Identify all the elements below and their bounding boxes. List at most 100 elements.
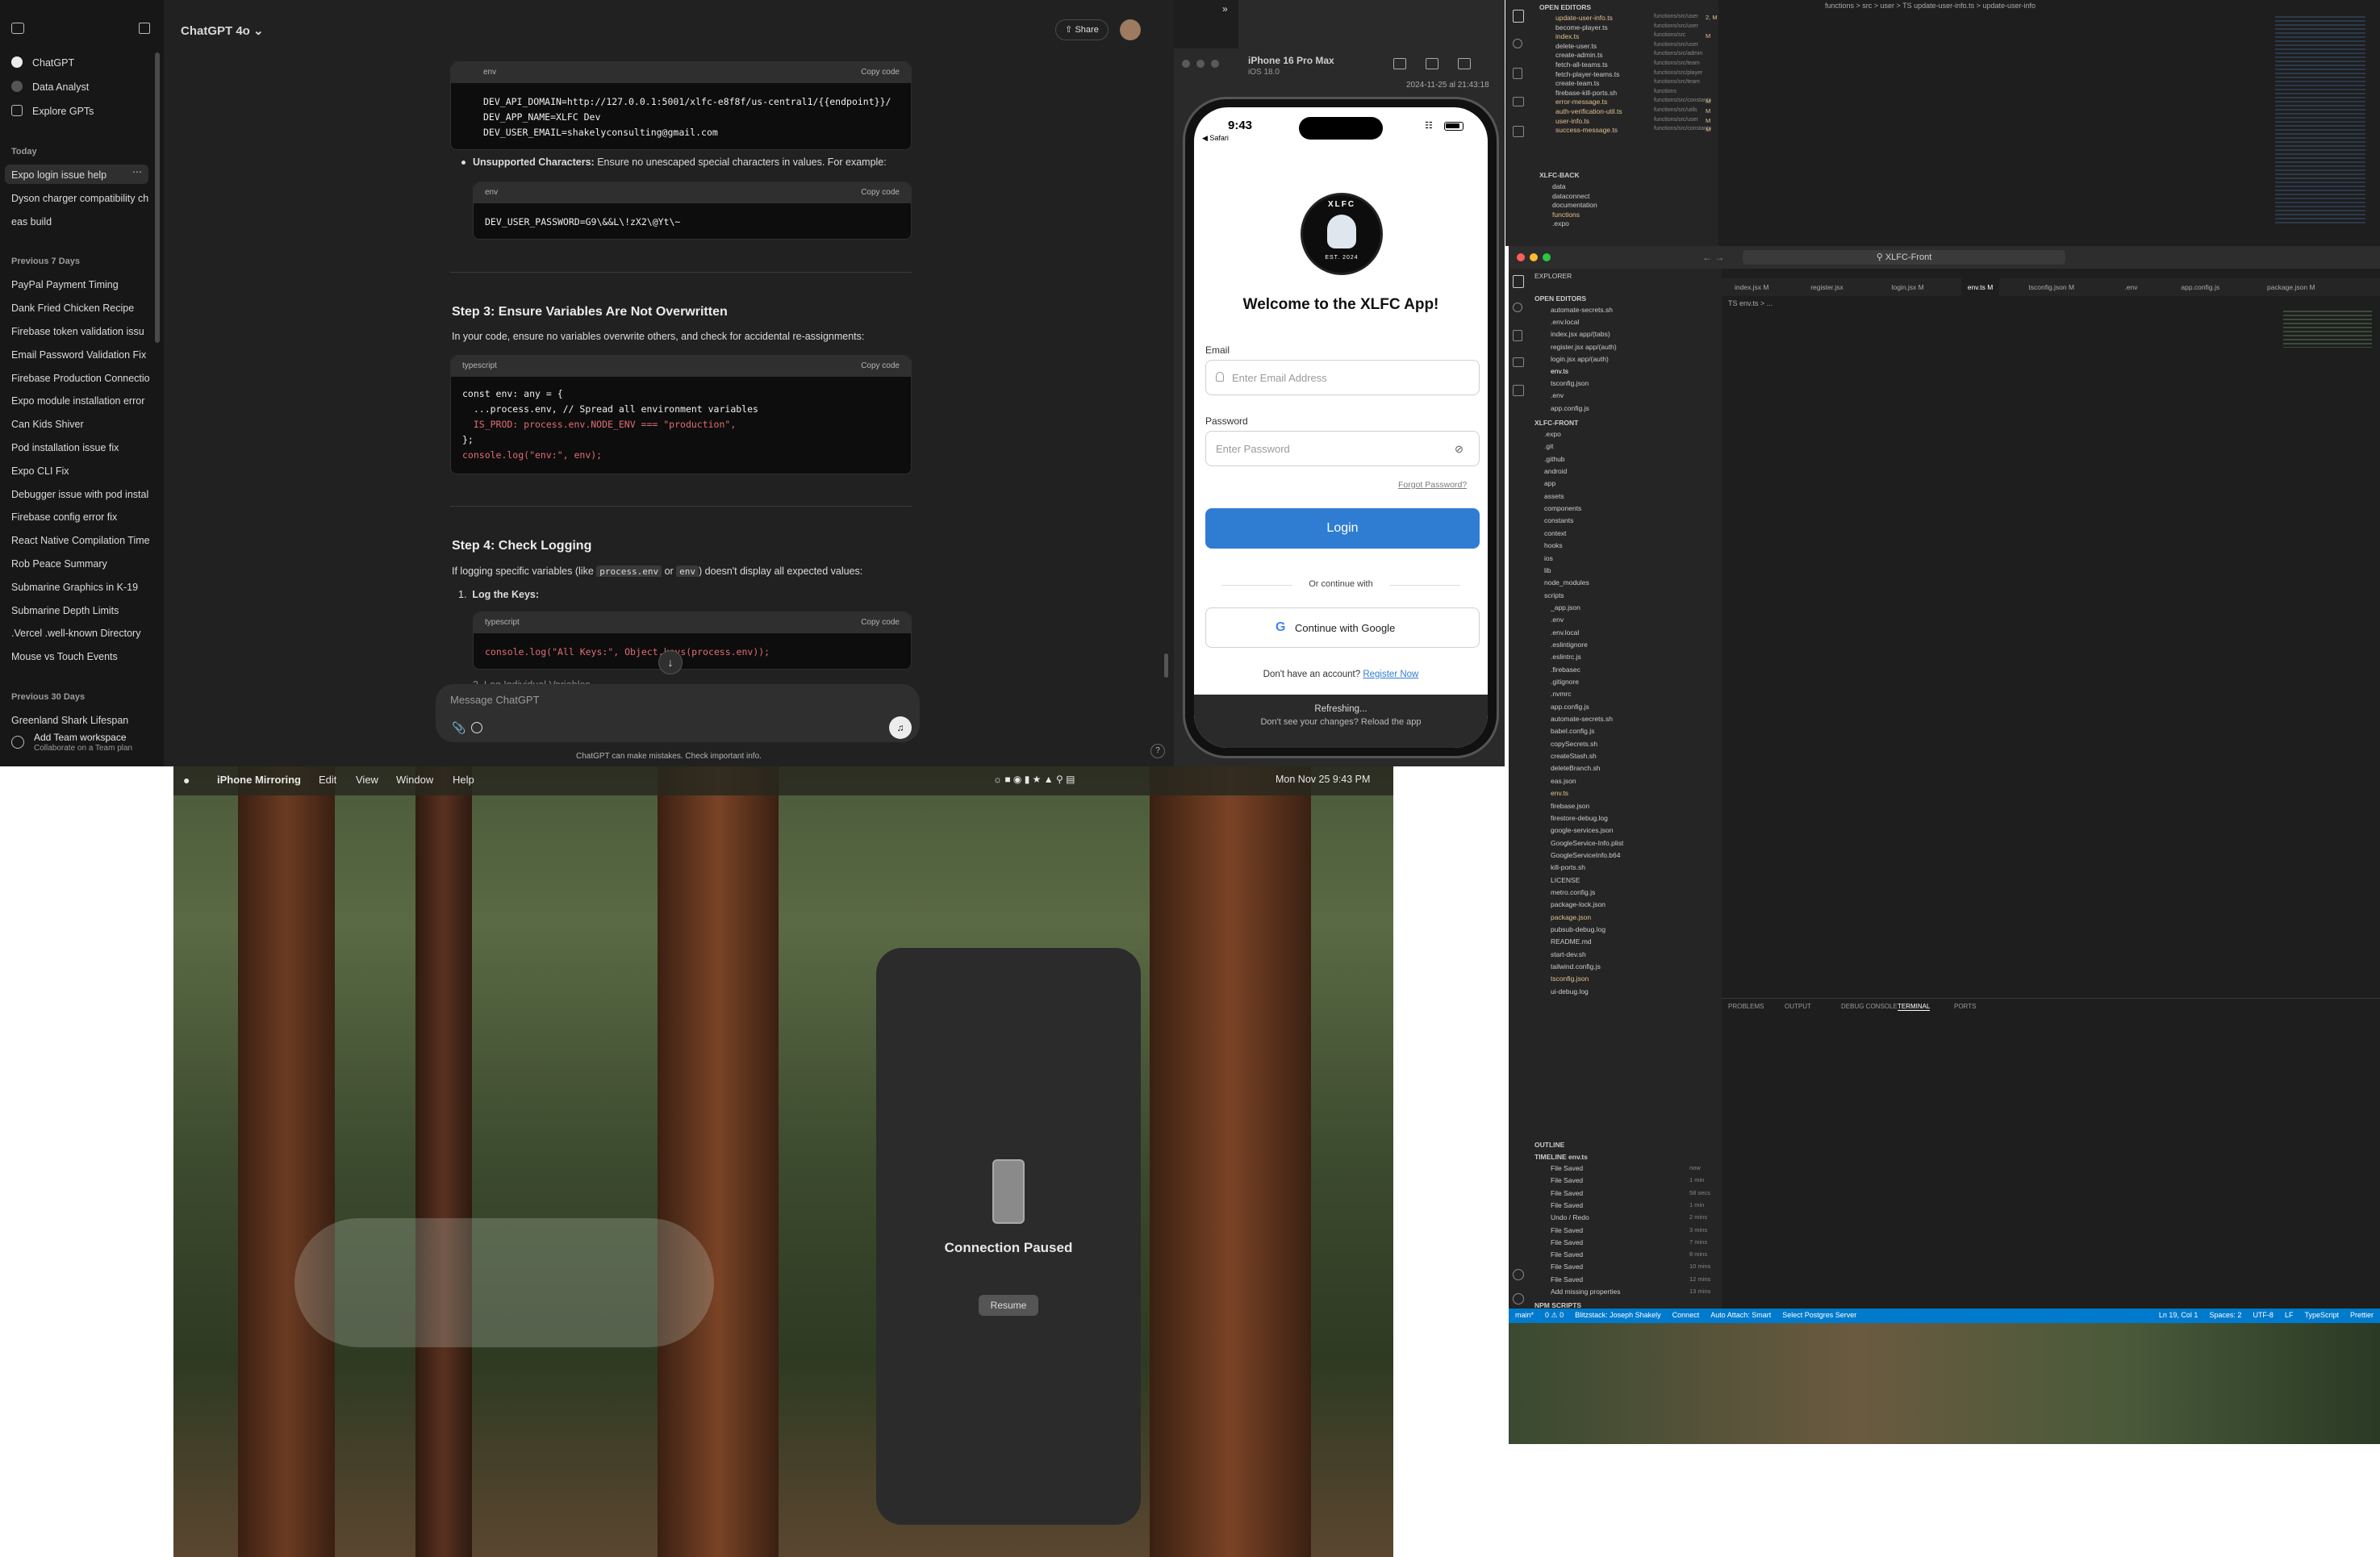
window-close-button[interactable] xyxy=(1182,60,1190,68)
avatar[interactable] xyxy=(1120,19,1141,40)
tree-file[interactable]: firebase.json xyxy=(1551,802,1589,810)
sidebar-history-item[interactable]: React Native Compilation Time xyxy=(11,535,150,546)
open-editor-file[interactable]: .env.local xyxy=(1551,318,1579,326)
timeline-item[interactable]: File Saved xyxy=(1551,1164,1583,1172)
sidebar-history-item[interactable]: Firebase config error fix xyxy=(11,511,150,523)
google-signin-button[interactable]: G Continue with Google xyxy=(1205,607,1480,648)
collapse-arrows-icon[interactable]: » xyxy=(1222,3,1228,15)
tree-file[interactable]: GoogleServiceInfo.b64 xyxy=(1551,851,1620,859)
message-composer[interactable]: Message ChatGPT 📎 ♫ xyxy=(436,684,920,742)
home-icon[interactable] xyxy=(1393,58,1406,69)
status-item[interactable]: main* xyxy=(1515,1311,1534,1319)
forgot-password-link[interactable]: Forgot Password? xyxy=(1398,480,1467,490)
sidebar-history-item[interactable]: Rob Peace Summary xyxy=(11,558,150,570)
sidebar-history-item[interactable]: Expo login issue help xyxy=(11,169,150,181)
menu-window[interactable]: Window xyxy=(396,774,433,786)
tree-file[interactable]: README.md xyxy=(1551,937,1592,945)
tree-file[interactable]: .env.local xyxy=(1551,628,1579,637)
team-workspace-title[interactable]: Add Team workspace xyxy=(34,732,127,743)
open-editor-file[interactable]: index.jsx app/(tabs) xyxy=(1551,330,1610,338)
sidebar-history-item[interactable]: Submarine Graphics in K-19 xyxy=(11,582,150,593)
tree-folder[interactable]: scripts xyxy=(1544,591,1564,599)
tab-1[interactable]: register.jsx xyxy=(1804,278,1850,296)
tree-file[interactable]: app.config.js xyxy=(1551,703,1589,711)
explorer-icon[interactable] xyxy=(1513,275,1524,288)
tree-folder[interactable]: documentation xyxy=(1552,201,1597,209)
tree-file[interactable]: .firebasec xyxy=(1551,666,1580,674)
tree-file[interactable]: package-lock.json xyxy=(1551,900,1605,908)
tab-4[interactable]: tsconfig.json M xyxy=(2022,278,2081,296)
timeline-title[interactable]: TIMELINE env.ts xyxy=(1534,1153,1588,1161)
resume-button[interactable]: Resume xyxy=(979,1295,1038,1316)
sidebar-history-item[interactable]: Debugger issue with pod instal xyxy=(11,489,150,500)
sidebar-history-item[interactable]: Email Password Validation Fix xyxy=(11,349,150,361)
tree-file[interactable]: pubsub-debug.log xyxy=(1551,925,1605,933)
timeline-item[interactable]: Add missing properties xyxy=(1551,1288,1620,1296)
project-title[interactable]: XLFC-BACK xyxy=(1539,171,1580,179)
search-icon[interactable] xyxy=(1513,39,1522,48)
timeline-item[interactable]: File Saved xyxy=(1551,1275,1583,1284)
tree-file[interactable]: GoogleService-Info.plist xyxy=(1551,839,1623,847)
tree-file[interactable]: env.ts xyxy=(1551,789,1568,797)
copy-code-button[interactable]: Copy code xyxy=(861,618,900,627)
tab-0[interactable]: index.jsx M xyxy=(1728,278,1776,296)
window-close-button[interactable] xyxy=(1517,253,1525,261)
status-item[interactable]: Blitzstack: Joseph Shakely xyxy=(1575,1311,1661,1319)
source-control-icon[interactable] xyxy=(1513,330,1522,341)
open-editor-file[interactable]: env.ts xyxy=(1551,367,1568,375)
chat-scrollbar[interactable] xyxy=(1164,653,1168,678)
model-selector[interactable]: ChatGPT 4o ⌄ xyxy=(181,23,264,38)
open-editor-file[interactable]: delete-user.ts xyxy=(1555,42,1597,50)
password-field[interactable]: Enter Password ⊘ xyxy=(1205,431,1480,466)
status-item[interactable]: 0 ⚠ 0 xyxy=(1545,1311,1564,1320)
menu-clock[interactable]: Mon Nov 25 9:43 PM xyxy=(1276,774,1370,785)
tree-folder[interactable]: constants xyxy=(1544,516,1573,524)
eye-off-icon[interactable]: ⊘ xyxy=(1455,443,1463,456)
tree-file[interactable]: createStash.sh xyxy=(1551,752,1597,760)
login-button[interactable]: Login xyxy=(1205,508,1480,549)
tree-file[interactable]: .nvmrc xyxy=(1551,690,1572,698)
attach-icon[interactable]: 📎 xyxy=(452,721,466,735)
extensions-icon[interactable] xyxy=(1513,126,1524,137)
window-zoom-button[interactable] xyxy=(1543,253,1551,261)
status-item[interactable]: LF xyxy=(2285,1311,2294,1319)
menu-help[interactable]: Help xyxy=(453,774,474,786)
sidebar-history-item[interactable]: Firebase Production Connectio xyxy=(11,373,150,384)
extensions-icon[interactable] xyxy=(1513,385,1524,396)
status-item[interactable]: Spaces: 2 xyxy=(2209,1311,2241,1319)
tree-file[interactable]: automate-secrets.sh xyxy=(1551,715,1613,723)
tree-folder[interactable]: components xyxy=(1544,504,1581,512)
tree-file[interactable]: kill-ports.sh xyxy=(1551,863,1585,871)
sidebar-toggle-icon[interactable] xyxy=(11,23,24,34)
globe-icon[interactable] xyxy=(471,722,482,733)
sidebar-history-item[interactable]: Firebase token validation issu xyxy=(11,326,150,337)
tree-folder[interactable]: .github xyxy=(1544,455,1565,463)
open-editor-file[interactable]: register.jsx app/(auth) xyxy=(1551,343,1617,351)
rotate-icon[interactable] xyxy=(1458,58,1471,69)
tree-file[interactable]: babel.config.js xyxy=(1551,727,1594,735)
sidebar-item-explore-gpts[interactable]: Explore GPTs xyxy=(32,106,94,117)
tree-file[interactable]: tsconfig.json xyxy=(1551,975,1589,983)
tree-file[interactable]: .eslintrc.js xyxy=(1551,653,1581,661)
open-editor-file[interactable]: firebase-kill-ports.sh xyxy=(1555,89,1617,97)
source-control-icon[interactable] xyxy=(1513,68,1522,79)
tree-folder[interactable]: lib xyxy=(1544,566,1551,574)
timeline-item[interactable]: File Saved xyxy=(1551,1176,1583,1184)
open-editors-title[interactable]: OPEN EDITORS xyxy=(1534,294,1586,303)
tree-folder[interactable]: android xyxy=(1544,467,1567,475)
search-icon[interactable] xyxy=(1513,303,1522,312)
tab-5[interactable]: .env xyxy=(2118,278,2144,296)
back-to-safari[interactable]: ◀ Safari xyxy=(1202,134,1229,143)
open-editor-file[interactable]: error-message.ts xyxy=(1555,98,1607,106)
run-debug-icon[interactable] xyxy=(1513,357,1524,367)
status-item[interactable]: Select Postgres Server xyxy=(1782,1311,1856,1319)
tree-file[interactable]: .env xyxy=(1551,616,1564,624)
tree-file[interactable]: ui-debug.log xyxy=(1551,987,1589,996)
sidebar-history-item[interactable]: Dank Fried Chicken Recipe xyxy=(11,303,150,314)
sidebar-history-item[interactable]: Dyson charger compatibility ch xyxy=(11,193,150,204)
nav-arrows[interactable]: ← → xyxy=(1702,252,1724,263)
sidebar-history-item[interactable]: Submarine Depth Limits xyxy=(11,605,150,616)
open-editor-file[interactable]: index.ts xyxy=(1555,32,1579,40)
sidebar-history-item[interactable]: .Vercel .well-known Directory xyxy=(11,628,150,639)
status-item[interactable]: Ln 19, Col 1 xyxy=(2159,1311,2198,1319)
